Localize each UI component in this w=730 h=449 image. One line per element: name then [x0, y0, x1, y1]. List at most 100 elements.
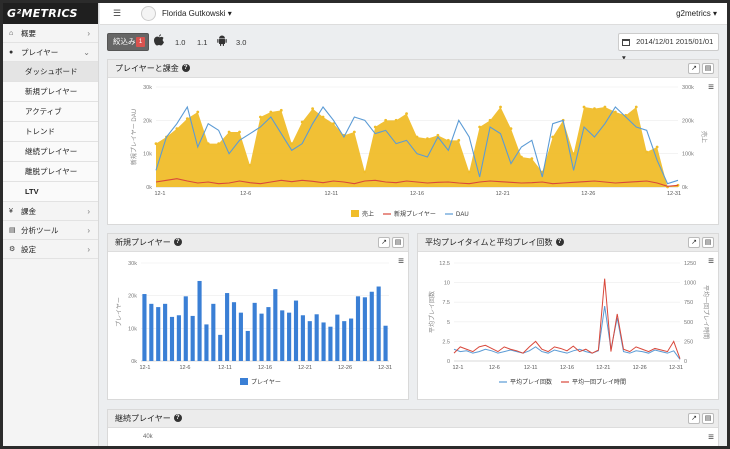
- account-menu[interactable]: g2metrics ▾: [676, 9, 717, 18]
- x-tick-label: 12-31: [667, 191, 681, 197]
- bar: [335, 314, 340, 361]
- sidebar-item-label: プレイヤー: [21, 48, 59, 57]
- line-chart-toggle[interactable]: ↗: [378, 237, 390, 248]
- y-axis-label: 新規プレイヤー DAU: [130, 109, 138, 165]
- logo[interactable]: G²METRICS: [3, 3, 98, 24]
- hamburger-icon[interactable]: ☰: [113, 8, 121, 19]
- main-content: 絞込み 1 1.0 1.1 3.0 2014/12/01 2015/01/01 …: [100, 26, 727, 446]
- bar: [328, 326, 333, 361]
- sidebar-item-players[interactable]: ● プレイヤー ⌄: [3, 43, 98, 62]
- revenue-point: [634, 105, 638, 109]
- y-tick-label: 0k: [146, 185, 152, 191]
- bar: [238, 312, 243, 361]
- legend-label: DAU: [456, 212, 469, 218]
- sidebar-item-billing[interactable]: ¥ 課金 ›: [3, 202, 98, 221]
- bar: [218, 334, 223, 361]
- bar: [231, 302, 237, 361]
- legend-label: 新規プレイヤー: [394, 210, 436, 218]
- revenue-point: [520, 155, 523, 159]
- users-icon: ●: [9, 49, 14, 56]
- help-icon[interactable]: ?: [173, 237, 182, 246]
- revenue-point: [227, 130, 231, 134]
- sidebar-subitem-retained-players[interactable]: 継続プレイヤー: [3, 142, 98, 162]
- bar: [211, 303, 216, 361]
- x-tick-label: 12-16: [410, 191, 424, 197]
- bar: [169, 316, 175, 361]
- user-menu[interactable]: Florida Gutkowski ▾: [162, 9, 232, 18]
- panel-header: 新規プレイヤー? ↗ ▤: [108, 234, 408, 252]
- help-icon[interactable]: ?: [555, 237, 564, 246]
- help-icon[interactable]: ?: [173, 413, 182, 422]
- avatar[interactable]: [141, 6, 156, 21]
- sidebar-item-label: 概要: [21, 29, 36, 38]
- x-tick-label: 12-31: [669, 365, 683, 371]
- revenue-point: [373, 125, 377, 129]
- line-chart-toggle[interactable]: ↗: [688, 413, 700, 424]
- bar: [259, 313, 264, 361]
- x-tick-label: 12-6: [179, 365, 190, 371]
- revenue-point: [499, 105, 502, 109]
- bar: [156, 307, 161, 361]
- y-tick-label: 10k: [143, 152, 152, 158]
- sidebar-item-settings[interactable]: ⚙ 設定 ›: [3, 240, 98, 259]
- bar: [369, 291, 374, 361]
- x-tick-label: 12-1: [154, 191, 165, 197]
- x-tick-label: 12-11: [324, 191, 338, 197]
- table-toggle[interactable]: ▤: [392, 237, 404, 248]
- sidebar-subitem-ltv[interactable]: LTV: [3, 182, 98, 202]
- revenue-point: [415, 135, 419, 139]
- series-line: [453, 306, 681, 360]
- version-3-0[interactable]: 3.0: [236, 38, 246, 47]
- bar: [190, 315, 195, 361]
- sidebar-subitem-trend[interactable]: トレンド: [3, 122, 98, 142]
- sidebar-item-analysis-tools[interactable]: ▤ 分析ツール ›: [3, 221, 98, 240]
- line-chart-toggle[interactable]: ↗: [688, 237, 700, 248]
- y-right-tick-label: 300k: [682, 85, 694, 91]
- revenue-point: [196, 110, 200, 114]
- x-tick-label: 12-11: [524, 365, 538, 371]
- x-tick-label: 12-26: [633, 365, 647, 371]
- chart-menu-icon[interactable]: ≡: [708, 432, 714, 443]
- revenue-point: [572, 152, 575, 156]
- x-tick-label: 12-6: [240, 191, 251, 197]
- sidebar-subitem-churned-players[interactable]: 離脱プレイヤー: [3, 162, 98, 182]
- sidebar-subitem-active[interactable]: アクティブ: [3, 102, 98, 122]
- players-revenue-chart: 0k 10k 20k 30k 0k 100k 200k 300k 12-1 12-6 12-11 12…: [130, 85, 708, 218]
- table-toggle[interactable]: ▤: [702, 63, 714, 74]
- home-icon: ⌂: [9, 30, 14, 37]
- retention-panel: 継続プレイヤー? ↗ ▤ 40k ≡: [107, 409, 719, 446]
- chevron-right-icon: ›: [87, 29, 90, 38]
- revenue-point: [394, 118, 398, 122]
- date-range-picker[interactable]: 2014/12/01 2015/01/01 ▾: [618, 33, 719, 62]
- revenue-point: [206, 142, 210, 146]
- apple-icon[interactable]: [154, 34, 164, 46]
- version-1-0[interactable]: 1.0: [175, 38, 185, 47]
- revenue-point: [238, 130, 241, 134]
- revenue-point: [175, 127, 179, 131]
- revenue-point: [478, 125, 482, 129]
- revenue-point: [603, 105, 607, 109]
- revenue-point: [217, 142, 221, 146]
- android-icon[interactable]: [217, 34, 227, 46]
- x-tick-label: 12-16: [258, 365, 272, 371]
- sidebar-subitem-dashboard[interactable]: ダッシュボード: [3, 62, 98, 82]
- legend-label: 平均一回プレイ時間: [572, 378, 626, 386]
- panel-title: 平均プレイタイムと平均プレイ回数: [425, 238, 553, 247]
- line-chart-toggle[interactable]: ↗: [688, 63, 700, 74]
- bar: [266, 307, 271, 361]
- version-1-1[interactable]: 1.1: [197, 38, 207, 47]
- sidebar-item-overview[interactable]: ⌂ 概要 ›: [3, 24, 98, 43]
- y-tick-label: 20k: [128, 294, 137, 300]
- bar: [176, 315, 181, 361]
- revenue-point: [384, 118, 388, 122]
- y-right-tick-label: 750: [684, 300, 693, 306]
- table-toggle[interactable]: ▤: [702, 413, 714, 424]
- x-tick-label: 12-1: [452, 365, 463, 371]
- filter-button[interactable]: 絞込み 1: [107, 33, 149, 51]
- revenue-point: [530, 157, 534, 161]
- help-icon[interactable]: ?: [181, 63, 190, 72]
- sidebar-subitem-new-players[interactable]: 新規プレイヤー: [3, 82, 98, 102]
- bar: [149, 303, 154, 361]
- table-toggle[interactable]: ▤: [702, 237, 714, 248]
- y-right-axis-label: 売上: [700, 131, 708, 143]
